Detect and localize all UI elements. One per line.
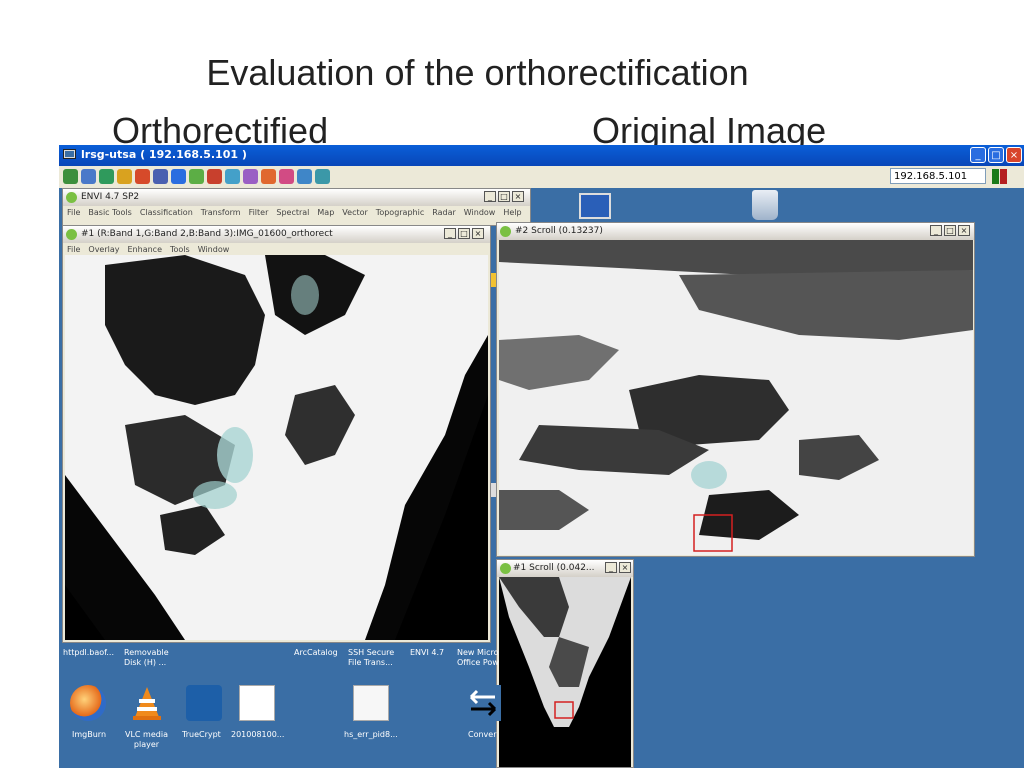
menu-item[interactable]: Map [317,208,334,217]
close-button[interactable]: × [1006,147,1022,163]
image-window-menu: File Overlay Enhance Tools Window [67,245,237,254]
scroll1-close-button[interactable]: × [619,562,631,573]
imgburn-icon[interactable] [70,685,106,721]
desktop-partial-icon[interactable] [491,483,496,497]
address-field[interactable]: 192.168.5.101 [890,168,986,184]
scroll2-maximize-button[interactable]: □ [944,225,956,236]
vlc-icon[interactable] [129,685,165,721]
envi-main-menu: File Basic Tools Classification Transform Fi… [67,208,530,217]
menu-item[interactable]: Window [198,245,230,254]
image-window-minimize-button[interactable]: _ [444,228,456,239]
desktop-label-envi[interactable]: ENVI 4.7 [410,648,444,658]
image-window-title: #1 (R:Band 1,G:Band 2,B:Band 3):IMG_0160… [81,229,333,239]
scroll2-minimize-button[interactable]: _ [930,225,942,236]
envi-main-title: ENVI 4.7 SP2 [81,192,140,202]
envi-maximize-button[interactable]: □ [498,191,510,202]
menu-item[interactable]: Spectral [276,208,309,217]
image-window-titlebar[interactable]: #1 (R:Band 1,G:Band 2,B:Band 3):IMG_0160… [63,226,490,243]
scroll-window-1-title: #1 Scroll (0.042... [513,563,595,573]
globe-icon[interactable] [99,169,114,184]
menu-item[interactable]: Vector [342,208,368,217]
menu-item[interactable]: Filter [249,208,269,217]
envi-minimize-button[interactable]: _ [484,191,496,202]
tools-icon[interactable] [243,169,258,184]
desktop-label-httpdl[interactable]: httpdl.baof... [63,648,114,658]
zoom-icon[interactable] [297,169,312,184]
window-icon[interactable] [81,169,96,184]
slide-title: Evaluation of the orthorectification [206,52,749,93]
info-icon[interactable] [171,169,186,184]
envi-main-window: ENVI 4.7 SP2 _ □ × File Basic Tools Classi… [62,188,531,226]
menu-item[interactable]: Radar [432,208,456,217]
image-window-orthorect: #1 (R:Band 1,G:Band 2,B:Band 3):IMG_0160… [62,225,491,643]
desktop-label-hs-err[interactable]: hs_err_pid8... [344,730,398,740]
desktop-label-pdf[interactable]: 201008100... [231,730,284,740]
menu-item[interactable]: Topographic [376,208,424,217]
scroll-window-2-titlebar[interactable]: #2 Scroll (0.13237) _ □ × [497,223,974,240]
desktop-label-vlc[interactable]: VLC media player [125,730,168,750]
envi-icon [66,192,77,203]
menu-item[interactable]: Overlay [88,245,119,254]
desktop-label-arccatalog[interactable]: ArcCatalog [294,648,338,658]
desktop-partial-icon[interactable] [491,273,496,287]
desktop-label-removable-disk[interactable]: Removable Disk (H) ... [124,648,169,668]
menu-item[interactable]: Classification [140,208,193,217]
menu-item[interactable]: Transform [201,208,241,217]
remote-desktop-window: lrsg-utsa ( 192.168.5.101 ) _ □ × 192.16… [59,145,1024,768]
scroll2-close-button[interactable]: × [958,225,970,236]
orthorectified-sea-ice-image[interactable] [65,255,488,640]
window-title: lrsg-utsa ( 192.168.5.101 ) [81,148,247,161]
signal-green-icon [992,169,999,184]
remote-desktop-titlebar[interactable]: lrsg-utsa ( 192.168.5.101 ) _ □ × [59,145,1024,166]
menu-item[interactable]: Window [464,208,496,217]
desktop-label-ssh[interactable]: SSH Secure File Trans... [348,648,394,668]
remote-desktop-icon [63,149,76,159]
envi-main-titlebar[interactable]: ENVI 4.7 SP2 _ □ × [63,189,530,206]
scroll-window-1: #1 Scroll (0.042... _ × [496,559,634,768]
record-icon[interactable] [279,169,294,184]
image-window-close-button[interactable]: × [472,228,484,239]
scroll-window-2: #2 Scroll (0.13237) _ □ × [496,222,975,557]
truecrypt-icon[interactable] [186,685,222,721]
envi-icon [66,229,77,240]
settings-icon[interactable] [117,169,132,184]
desktop-label-truecrypt[interactable]: TrueCrypt [182,730,221,740]
envi-icon [500,226,511,237]
image-window-maximize-button[interactable]: □ [458,228,470,239]
refresh-icon[interactable] [225,169,240,184]
desktop-area: ENVI 4.7 SP2 _ □ × File Basic Tools Classi… [59,188,1024,768]
scroll-window-2-title: #2 Scroll (0.13237) [515,226,603,236]
menu-item[interactable]: Enhance [128,245,163,254]
colors-icon[interactable] [135,169,150,184]
scroll-window-1-titlebar[interactable]: #1 Scroll (0.042... _ × [497,560,633,577]
menu-item[interactable]: Tools [170,245,190,254]
envi-icon [500,563,511,574]
recycle-bin-icon[interactable] [752,190,778,220]
menu-item[interactable]: File [67,245,80,254]
text-icon[interactable] [153,169,168,184]
desktop-label-imgburn[interactable]: ImgBurn [72,730,106,740]
menu-item[interactable]: Basic Tools [88,208,131,217]
maximize-button[interactable]: □ [988,147,1004,163]
desktop-label-new-office[interactable]: New Micro Office Pow [457,648,499,668]
desktop-label-convert[interactable]: Conver [468,730,497,740]
search-icon[interactable] [315,169,330,184]
original-sea-ice-image[interactable] [499,240,973,555]
menu-item[interactable]: Help [503,208,521,217]
minimize-button[interactable]: _ [970,147,986,163]
convert-arrows-icon[interactable] [465,685,501,721]
menu-item[interactable]: File [67,208,80,217]
transfer-icon[interactable] [207,169,222,184]
network-icon[interactable] [189,169,204,184]
signal-red-icon [1000,169,1007,184]
chat-icon[interactable] [261,169,276,184]
scroll-overview-image[interactable] [499,577,631,767]
pdf-document-icon[interactable] [239,685,275,721]
connect-icon[interactable] [63,169,78,184]
scroll1-minimize-button[interactable]: _ [605,562,617,573]
text-file-icon[interactable] [353,685,389,721]
remote-desktop-toolbar: 192.168.5.101 [59,166,1024,189]
envi-close-button[interactable]: × [512,191,524,202]
computer-desktop-icon[interactable] [579,193,611,219]
